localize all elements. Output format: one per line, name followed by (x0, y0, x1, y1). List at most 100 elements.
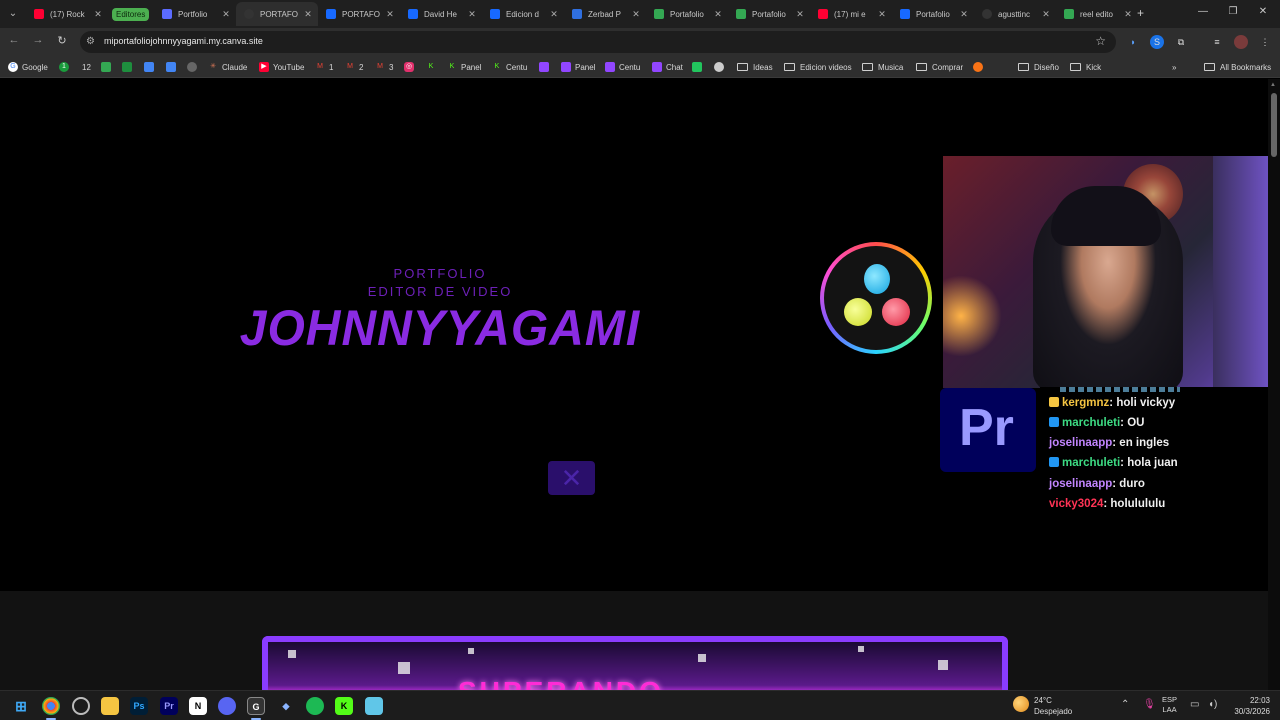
bookmark-twitch-panel[interactable]: Panel (561, 60, 595, 74)
restore-button[interactable]: ❐ (1218, 6, 1248, 17)
bookmark-kick[interactable]: K (426, 60, 440, 74)
bookmark-sheets[interactable] (122, 60, 136, 74)
bookmark-drive[interactable] (101, 60, 115, 74)
spotify-icon[interactable] (306, 697, 324, 715)
chrome-icon[interactable] (42, 697, 60, 715)
bookmark-fox[interactable] (973, 60, 987, 74)
app-diamond-icon[interactable]: ◆ (277, 697, 295, 715)
minimize-button[interactable]: — (1188, 6, 1218, 17)
obs-icon[interactable] (72, 697, 90, 715)
tab-portafolio-drive-2[interactable]: Portafolio ✕ (728, 2, 810, 26)
volume-icon[interactable]: ◖) (1208, 699, 1217, 710)
kick-taskbar-icon[interactable]: K (335, 697, 353, 715)
reload-button[interactable]: ↻ (54, 34, 70, 47)
close-window-button[interactable]: ✕ (1248, 6, 1278, 17)
forward-button[interactable]: → (30, 34, 46, 46)
bookmark-docs[interactable] (144, 60, 158, 74)
weather-widget[interactable]: 24°C Despejado (1034, 695, 1072, 717)
notion-icon[interactable]: N (189, 697, 207, 715)
bookmark-youtube[interactable]: ▶ YouTube (259, 60, 304, 74)
tab-portafolio-behance-2[interactable]: Portafolio ✕ (892, 2, 974, 26)
close-icon[interactable]: ✕ (466, 9, 478, 20)
new-tab-button[interactable]: + (1137, 6, 1144, 20)
moon-weather-icon[interactable] (1013, 696, 1029, 712)
bookmark-12[interactable]: 12 (82, 60, 91, 74)
discord-icon[interactable] (218, 697, 236, 715)
windows-start-icon[interactable]: ⊞ (12, 697, 30, 715)
tab-portafolio-drive-1[interactable]: Portafolio ✕ (646, 2, 728, 26)
bookmark-twitch[interactable] (539, 60, 553, 74)
profile-avatar[interactable] (1234, 35, 1248, 49)
bookmark-folder-edicion[interactable]: Edicion videos (784, 60, 852, 74)
x-social-icon[interactable]: ✕ (548, 461, 595, 495)
bookmark-folder-comprar[interactable]: Comprar (916, 60, 963, 74)
close-icon[interactable]: ✕ (958, 9, 970, 20)
bookmark-google[interactable]: G Google (8, 60, 48, 74)
premiere-taskbar-icon[interactable]: Pr (160, 697, 178, 715)
tab-youtube-mi[interactable]: (17) mi e ✕ (810, 2, 892, 26)
close-icon[interactable]: ✕ (630, 9, 642, 20)
close-icon[interactable]: ✕ (876, 9, 888, 20)
bookmark-folder-kick[interactable]: Kick (1070, 60, 1101, 74)
system-clock[interactable]: 22:03 30/3/2026 (1228, 695, 1270, 717)
close-icon[interactable]: ✕ (1122, 9, 1134, 20)
site-info-icon[interactable]: ⚙ (86, 36, 95, 47)
tab-zerbad[interactable]: Zerbad P ✕ (564, 2, 646, 26)
tab-reel[interactable]: reel edito ✕ (1056, 2, 1138, 26)
close-icon[interactable]: ✕ (712, 9, 724, 20)
tab-portafolio-active[interactable]: PORTAFO ✕ (236, 2, 318, 26)
bookmark-gmail-2[interactable]: M2 (345, 60, 363, 74)
network-icon[interactable]: ▭ (1190, 699, 1199, 710)
all-bookmarks-button[interactable]: All Bookmarks (1204, 60, 1271, 74)
bookmark-star-icon[interactable]: ☆ (1095, 34, 1106, 48)
tab-david[interactable]: David He ✕ (400, 2, 482, 26)
close-icon[interactable]: ✕ (384, 9, 396, 20)
address-bar[interactable]: ⚙ miportafoliojohnnyyagami.my.canva.site… (80, 31, 1116, 53)
tab-portafolio-behance[interactable]: PORTAFO ✕ (318, 2, 400, 26)
capcut-icon[interactable]: G (247, 697, 265, 715)
tray-chevron-icon[interactable]: ⌃ (1121, 699, 1129, 710)
close-icon[interactable]: ✕ (220, 9, 232, 20)
bookmark-calendar[interactable] (166, 60, 180, 74)
file-explorer-icon[interactable] (101, 697, 119, 715)
bookmarks-overflow-button[interactable]: » (1172, 60, 1176, 74)
bookmark-twitch-chat[interactable]: Chat (652, 60, 683, 74)
tab-group-editores[interactable]: Editores (112, 2, 150, 26)
bookmark-twitch-centu[interactable]: Centu (605, 60, 640, 74)
bookmark-gmail-1[interactable]: M1 (315, 60, 333, 74)
tab-youtube-rock[interactable]: (17) Rock ✕ (26, 2, 108, 26)
close-icon[interactable]: ✕ (92, 9, 104, 20)
tab-edicion[interactable]: Edicion d ✕ (482, 2, 564, 26)
tab-agusttinc[interactable]: agusttinc ✕ (974, 2, 1056, 26)
video-thumbnail-banner[interactable]: SUPERANDO (262, 636, 1008, 690)
tab-portfolio[interactable]: Portfolio ✕ (154, 2, 236, 26)
bookmark-number[interactable]: 1 (59, 60, 73, 74)
bookmark-github[interactable] (714, 60, 728, 74)
close-icon[interactable]: ✕ (794, 9, 806, 20)
menu-kebab-icon[interactable]: ⋮ (1258, 35, 1272, 49)
tab-search-button[interactable]: ⌄ (4, 5, 22, 23)
bookmark-tool[interactable] (692, 60, 706, 74)
close-icon[interactable]: ✕ (1040, 9, 1052, 20)
extension-blue-icon[interactable]: S (1150, 35, 1164, 49)
notepad-icon[interactable] (365, 697, 383, 715)
url-text[interactable]: miportafoliojohnnyyagami.my.canva.site (104, 36, 263, 46)
bookmark-kick-centu[interactable]: K Centu (492, 60, 528, 74)
bookmark-folder-musica[interactable]: Musica (862, 60, 903, 74)
media-controls-icon[interactable]: ≡ (1210, 35, 1224, 49)
language-indicator[interactable]: ESP LAA (1162, 695, 1177, 715)
close-icon[interactable]: ✕ (302, 9, 314, 20)
photoshop-icon[interactable]: Ps (130, 697, 148, 715)
scrollbar-thumb[interactable] (1271, 93, 1277, 157)
bookmark-folder-ideas[interactable]: Ideas (737, 60, 773, 74)
bookmark-camera[interactable] (187, 60, 201, 74)
close-icon[interactable]: ✕ (548, 9, 560, 20)
back-button[interactable]: ← (6, 34, 22, 46)
extension-audio-icon[interactable]: ◗ (1126, 35, 1140, 49)
bookmark-folder-diseno[interactable]: Diseño (1018, 60, 1059, 74)
extensions-puzzle-icon[interactable]: ⧉ (1174, 35, 1188, 49)
bookmark-instagram[interactable]: ◎ (404, 60, 418, 74)
bookmark-kick-panel[interactable]: K Panel (447, 60, 482, 74)
page-scrollbar[interactable]: ▲ (1268, 79, 1280, 690)
microphone-icon[interactable]: 🎙 (1143, 699, 1156, 710)
